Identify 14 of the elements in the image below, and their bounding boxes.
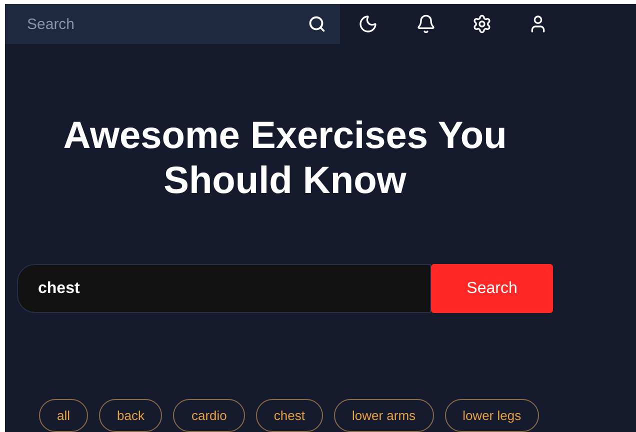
hero-title: Awesome Exercises You Should Know	[62, 114, 508, 204]
search-input[interactable]: chest	[17, 264, 431, 313]
category-chip[interactable]: chest	[256, 399, 323, 432]
category-chip[interactable]: back	[99, 399, 162, 432]
search-field[interactable]: Search	[5, 4, 340, 44]
category-chip[interactable]: all	[39, 399, 88, 432]
search-icon[interactable]	[308, 15, 326, 33]
category-chip[interactable]: lower legs	[444, 399, 540, 432]
search-button[interactable]: Search	[431, 264, 553, 313]
category-chip[interactable]: cardio	[173, 399, 245, 432]
settings-icon[interactable]	[472, 14, 492, 34]
bell-icon[interactable]	[416, 14, 436, 34]
moon-icon[interactable]	[358, 14, 378, 34]
category-chip[interactable]: lower arms	[334, 399, 434, 432]
